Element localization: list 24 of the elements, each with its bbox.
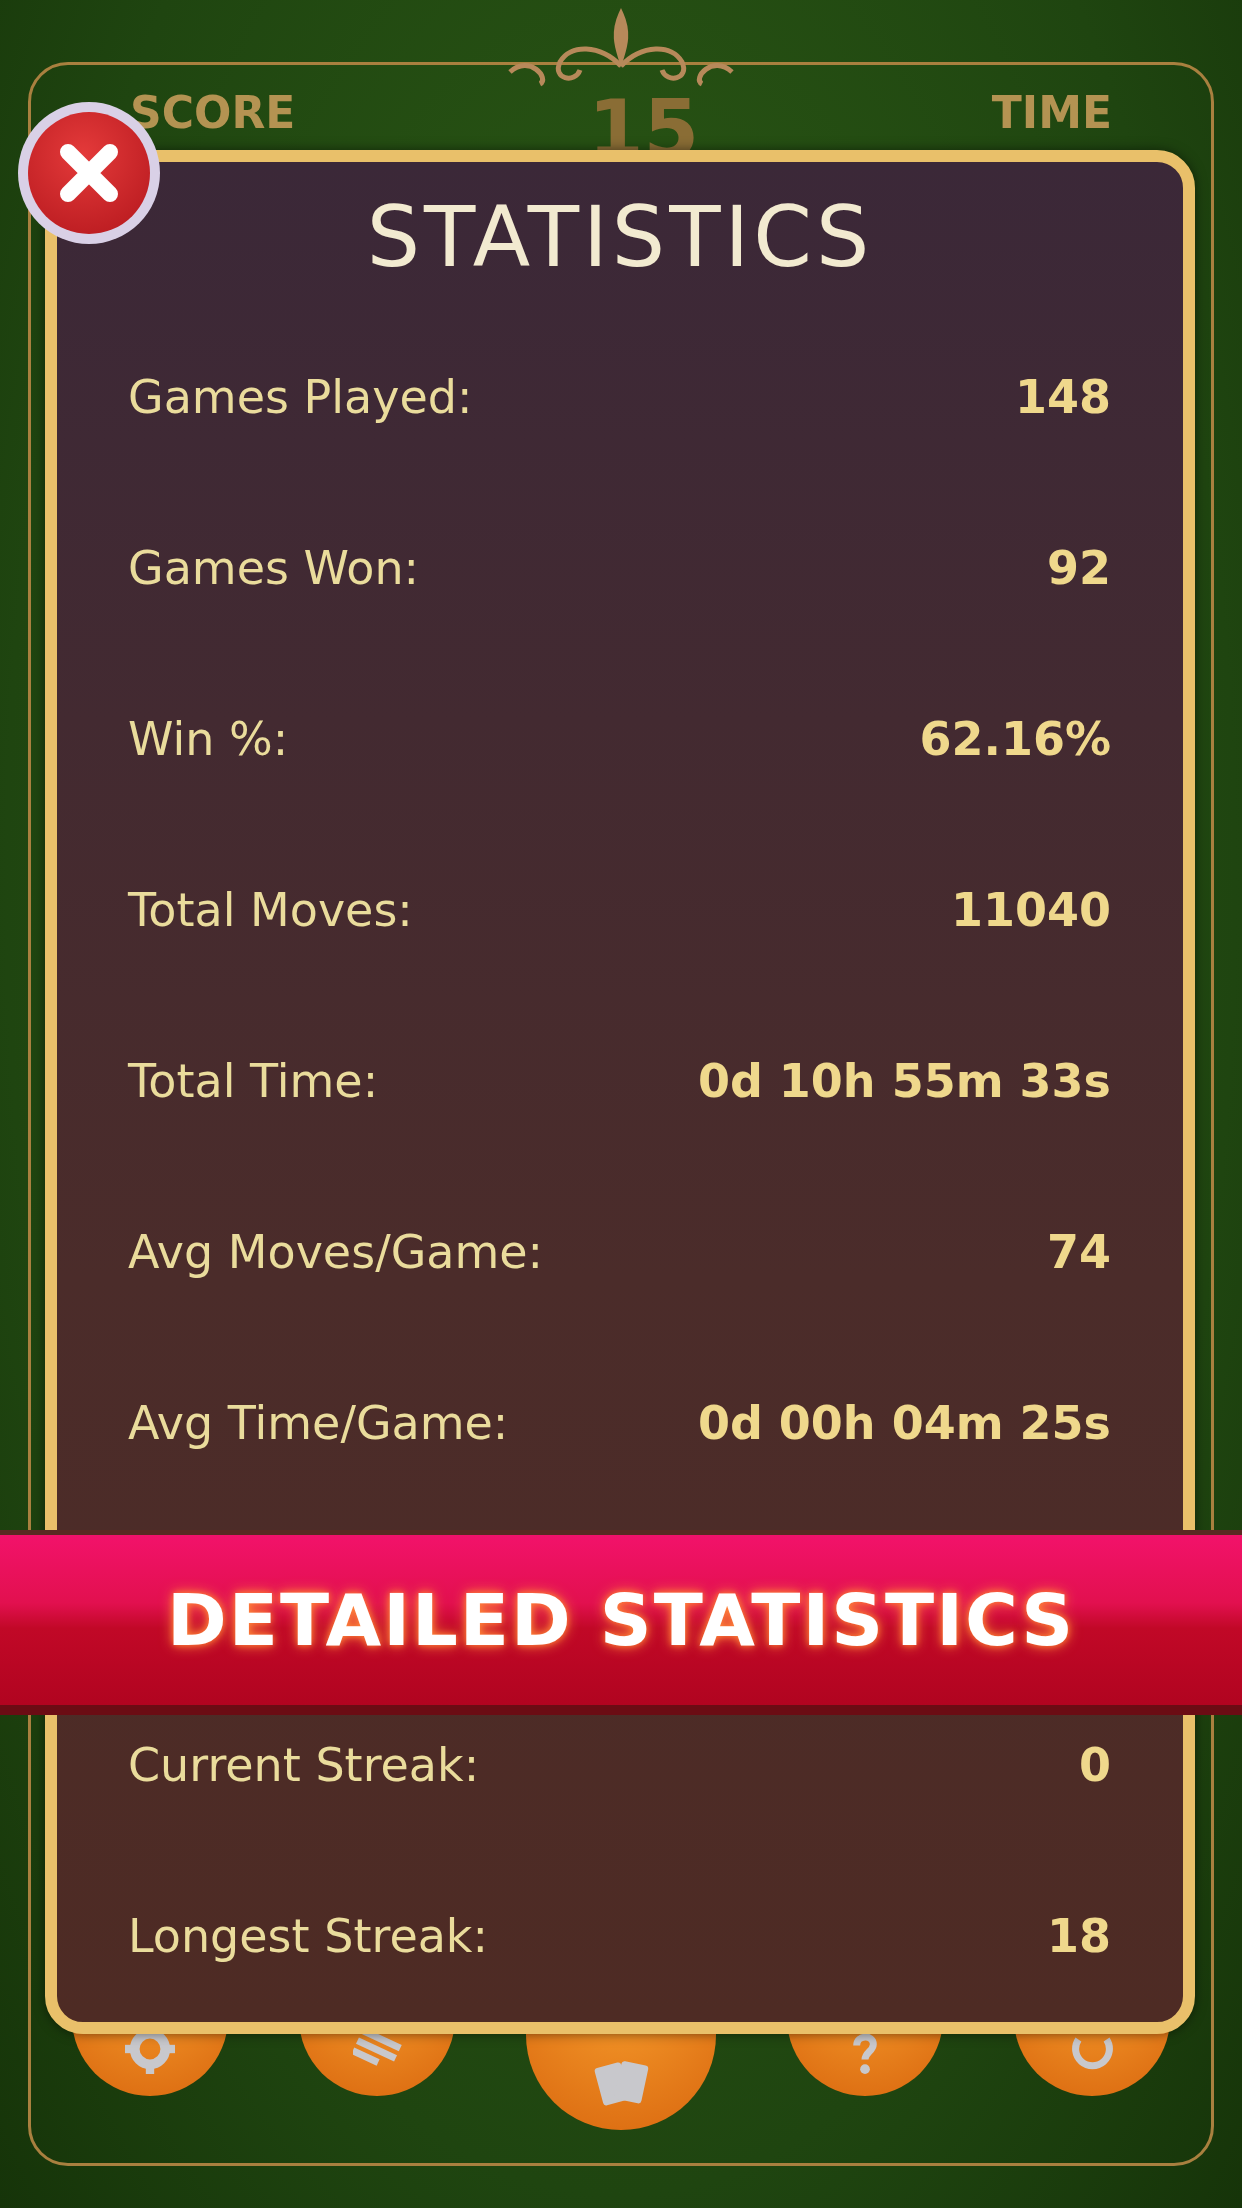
- stat-label: Current Streak:: [128, 1737, 480, 1794]
- stat-label: Longest Streak:: [128, 1908, 488, 1965]
- stat-label: Total Time:: [128, 1053, 379, 1110]
- dialog-title: STATISTICS: [366, 187, 874, 288]
- stat-value: 148: [1014, 369, 1111, 426]
- stat-value: 18: [1047, 1908, 1111, 1965]
- stat-value: 74: [1047, 1224, 1111, 1281]
- score-label: SCORE: [130, 86, 296, 140]
- stat-label: Total Moves:: [128, 882, 413, 939]
- stat-label: Avg Moves/Game:: [128, 1224, 544, 1281]
- stat-value: 92: [1047, 540, 1111, 597]
- stat-label: Games Won:: [128, 540, 420, 597]
- detailed-statistics-button[interactable]: DETAILED STATISTICS: [0, 1530, 1242, 1715]
- stat-label: Games Played:: [128, 369, 473, 426]
- stat-label: Avg Time/Game:: [128, 1395, 509, 1452]
- stat-value: 0d 10h 55m 33s: [697, 1053, 1111, 1110]
- stat-label: Win %:: [128, 711, 289, 768]
- stat-value: 0d 00h 04m 25s: [697, 1395, 1111, 1452]
- stat-value: 62.16%: [919, 711, 1111, 768]
- time-label: TIME: [991, 86, 1112, 140]
- question-mark-icon: [851, 2031, 879, 2074]
- stat-value: 11040: [950, 882, 1111, 939]
- stat-value: 0: [1079, 1737, 1111, 1794]
- close-icon: [58, 142, 120, 204]
